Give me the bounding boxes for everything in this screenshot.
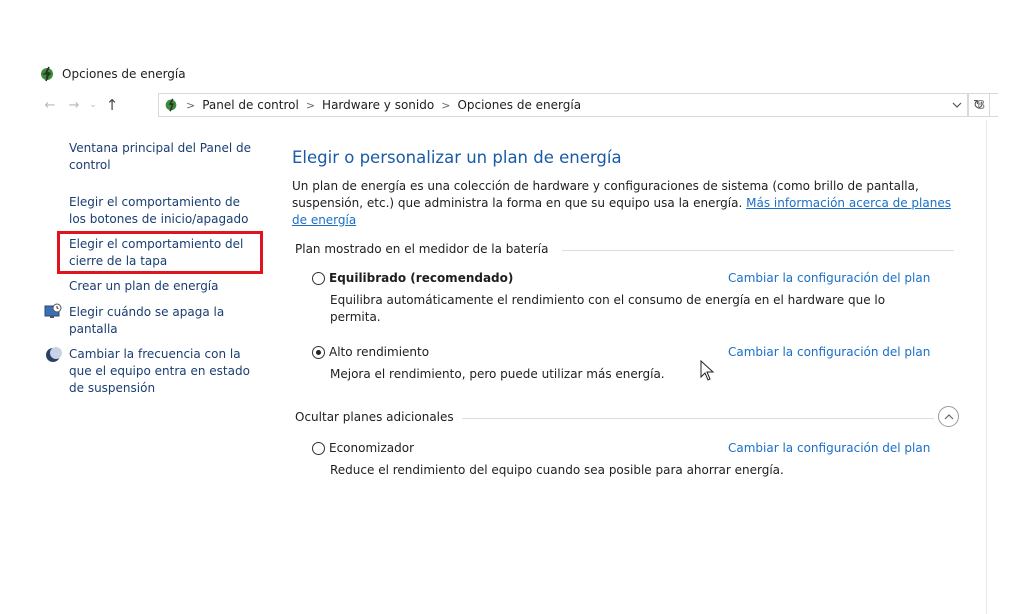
sidebar-item-control-panel-home[interactable]: Ventana principal del Panel de control xyxy=(69,140,259,174)
breadcrumb-control-panel[interactable]: Panel de control xyxy=(202,98,299,112)
plan-high-performance-radio[interactable] xyxy=(312,346,325,359)
breadcrumb-hardware-sound[interactable]: Hardware y sonido xyxy=(322,98,434,112)
breadcrumb-separator-icon: > xyxy=(441,98,451,112)
recent-chevron-icon[interactable]: ⌄ xyxy=(86,93,100,117)
search-input[interactable]: B xyxy=(968,93,998,117)
forward-arrow-icon[interactable]: → xyxy=(62,93,86,117)
sidebar-item-create-plan[interactable]: Crear un plan de energía xyxy=(69,278,259,295)
page-description: Un plan de energía es una colección de h… xyxy=(292,178,956,229)
sidebar-item-sleep-frequency[interactable]: Cambiar la frecuencia con la que el equi… xyxy=(69,346,259,397)
right-window-edge xyxy=(986,120,987,614)
address-dropdown-chevron-icon[interactable] xyxy=(947,94,967,116)
mouse-pointer-icon xyxy=(700,359,716,382)
window-title-bar: Opciones de energía xyxy=(38,64,186,84)
plan-power-saver-settings-link[interactable]: Cambiar la configuración del plan xyxy=(728,441,930,455)
plan-power-saver-description: Reduce el rendimiento del equipo cuando … xyxy=(330,463,784,477)
page-title: Elegir o personalizar un plan de energía xyxy=(292,148,622,167)
navigation-bar: ← → ⌄ ↑ > Panel de control > Hardware y … xyxy=(38,92,990,118)
power-options-icon xyxy=(38,65,56,83)
plan-balanced-settings-link[interactable]: Cambiar la configuración del plan xyxy=(728,271,930,285)
back-arrow-icon[interactable]: ← xyxy=(38,93,62,117)
hide-additional-plans-label[interactable]: Ocultar planes adicionales xyxy=(295,410,454,424)
breadcrumb-separator-icon: > xyxy=(186,98,196,112)
window-title: Opciones de energía xyxy=(62,67,186,81)
sidebar-item-power-buttons[interactable]: Elegir el comportamiento de los botones … xyxy=(69,194,259,228)
plan-high-performance-name[interactable]: Alto rendimiento xyxy=(329,345,429,359)
plan-balanced-description: Equilibra automáticamente el rendimiento… xyxy=(330,293,886,324)
plan-high-performance-settings-link[interactable]: Cambiar la configuración del plan xyxy=(728,345,930,359)
control-panel-icon xyxy=(163,97,179,113)
monitor-clock-icon xyxy=(44,303,62,321)
battery-meter-group-label: Plan mostrado en el medidor de la baterí… xyxy=(295,242,549,256)
group-divider xyxy=(462,418,934,419)
up-arrow-icon[interactable]: ↑ xyxy=(100,93,124,117)
plan-high-performance-description: Mejora el rendimiento, pero puede utiliz… xyxy=(330,367,665,381)
group-divider xyxy=(562,250,954,251)
sidebar-item-display-off[interactable]: Elegir cuándo se apaga la pantalla xyxy=(69,304,259,338)
collapse-chevron-up-icon[interactable] xyxy=(938,406,959,427)
moon-icon xyxy=(44,346,62,364)
breadcrumb-power-options[interactable]: Opciones de energía xyxy=(457,98,581,112)
plan-balanced-name[interactable]: Equilibrado (recomendado) xyxy=(329,271,513,285)
plan-power-saver-radio[interactable] xyxy=(312,442,325,455)
lid-close-highlight-frame xyxy=(57,231,263,274)
address-bar[interactable]: > Panel de control > Hardware y sonido >… xyxy=(158,93,990,117)
plan-power-saver-name[interactable]: Economizador xyxy=(329,441,414,455)
breadcrumb-separator-icon: > xyxy=(305,98,316,112)
plan-balanced-radio[interactable] xyxy=(312,272,325,285)
